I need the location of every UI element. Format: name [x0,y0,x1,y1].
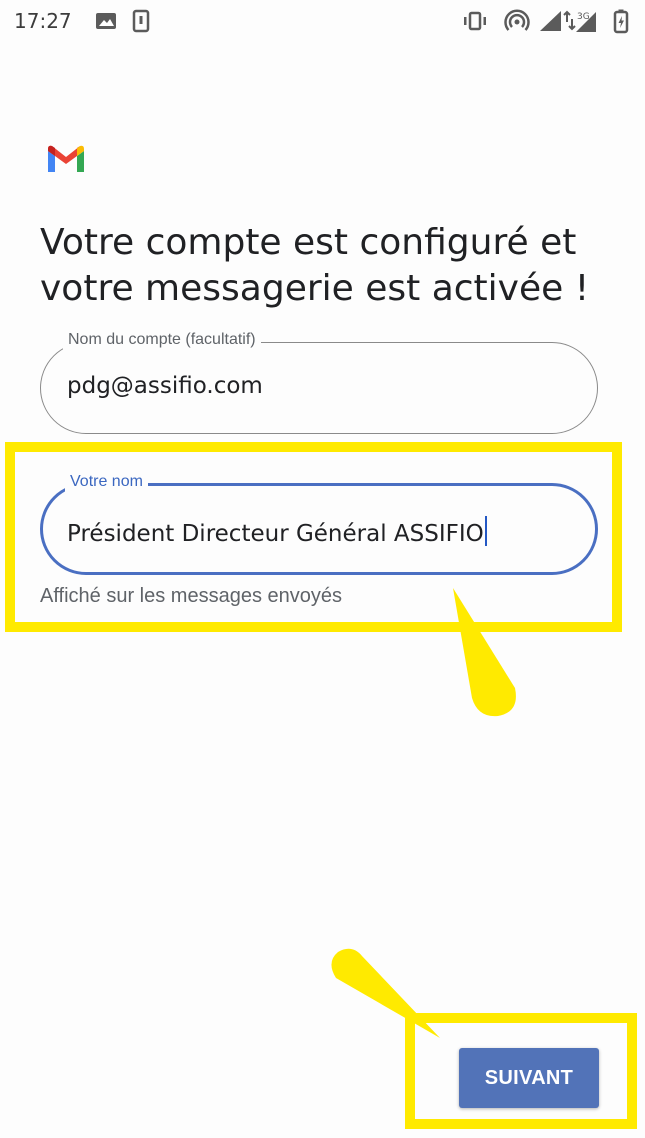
account-name-value[interactable]: pdg@assifio.com [67,373,263,399]
gallery-notification-icon [96,13,116,29]
signal-icon [540,11,561,31]
page-title: Votre compte est configuré et votre mess… [40,222,590,309]
annotation-highlight-name-field [5,442,622,632]
account-name-field[interactable]: Nom du compte (facultatif) pdg@assifio.c… [40,330,598,434]
status-bar: 17:27 3G [0,0,645,44]
battery-charging-icon [613,9,629,34]
gmail-logo-icon [48,145,84,172]
account-name-label: Nom du compte (facultatif) [63,330,261,350]
phone-notification-icon [132,9,150,33]
hotspot-icon [504,9,530,31]
vibrate-icon [464,11,486,31]
status-time: 17:27 [14,9,72,33]
signal-3g-icon: 3G [563,10,596,32]
annotation-highlight-next-button [405,1013,637,1129]
